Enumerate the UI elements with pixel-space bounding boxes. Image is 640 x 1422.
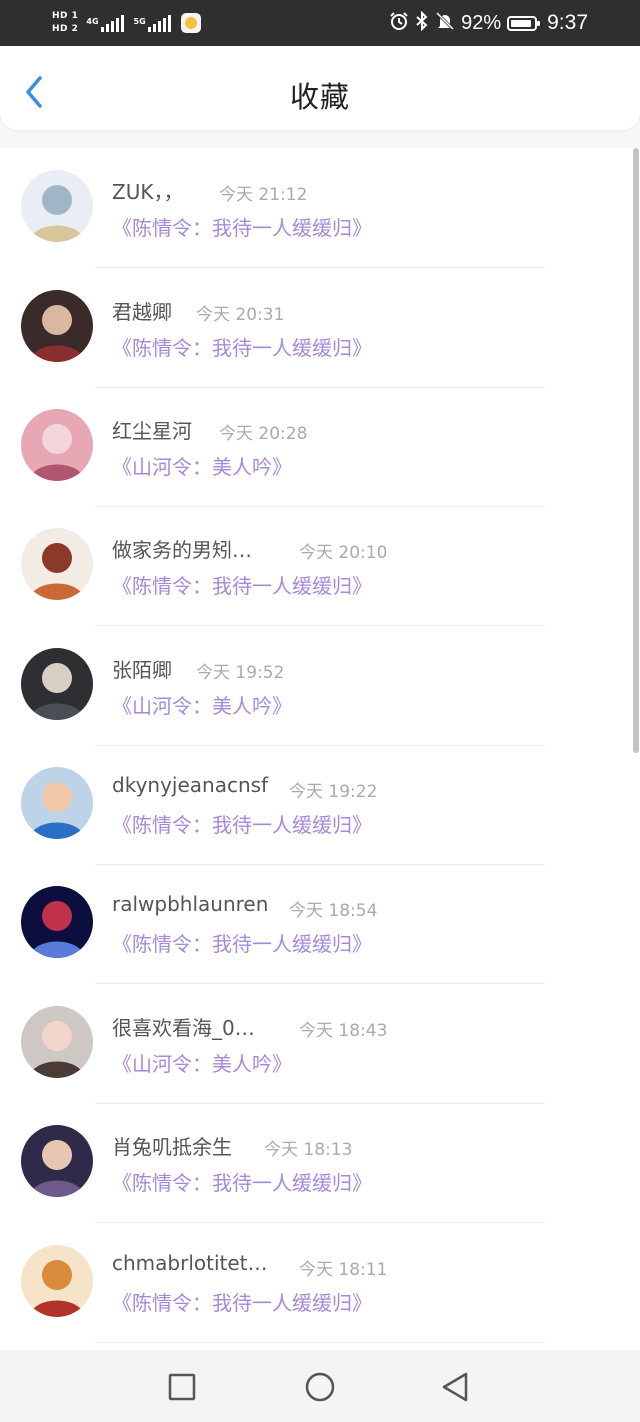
username[interactable]: chmabrlotitet…	[112, 1251, 268, 1275]
net2-label: 5G	[133, 17, 146, 26]
work-title-link[interactable]: 《陈情令：我待一人缓缓归》	[112, 809, 372, 838]
timestamp: 今天 21:12	[219, 185, 308, 205]
username[interactable]: ZUK，，	[112, 176, 183, 205]
avatar[interactable]	[21, 767, 93, 839]
home-button[interactable]	[303, 1370, 337, 1404]
favorite-item[interactable]: 做家务的男矧… 今天 20:10 《陈情令：我待一人缓缓归》	[0, 506, 630, 626]
hd-indicators: HD 1 HD 2	[52, 11, 78, 35]
page-title: 收藏	[289, 80, 350, 114]
timestamp: 今天 18:13	[264, 1140, 353, 1160]
avatar[interactable]	[21, 1245, 93, 1317]
status-left: HD 1 HD 2 4G 5G	[52, 7, 201, 39]
username[interactable]: 张陌卿	[112, 654, 172, 683]
battery-percent: 92%	[461, 11, 502, 34]
clock: 9:37	[547, 11, 588, 34]
hd2-label: HD 2	[52, 24, 79, 34]
signal-2: 5G	[134, 14, 171, 32]
square-icon	[168, 1373, 196, 1401]
top-app-bar: 收藏	[0, 46, 640, 130]
favorite-item[interactable]: ZUK，， 今天 21:12 《陈情令：我待一人缓缓归》	[0, 148, 630, 268]
back-nav-button[interactable]	[438, 1370, 472, 1404]
favorite-item[interactable]: ralwpbhlaunren 今天 18:54 《陈情令：我待一人缓缓归》	[0, 864, 630, 984]
recent-apps-button[interactable]	[165, 1370, 199, 1404]
triangle-back-icon	[442, 1372, 468, 1402]
hd1-label: HD 1	[52, 11, 79, 21]
work-title-link[interactable]: 《山河令：美人吟》	[112, 451, 292, 480]
work-title-link[interactable]: 《陈情令：我待一人缓缓归》	[112, 1167, 372, 1196]
avatar[interactable]	[21, 170, 93, 242]
system-nav-bar	[0, 1350, 640, 1422]
timestamp: 今天 20:31	[196, 305, 285, 325]
username[interactable]: 红尘星河	[112, 415, 192, 444]
status-right: 92% 9:37	[389, 0, 588, 46]
favorite-item[interactable]: 张陌卿 今天 19:52 《山河令：美人吟》	[0, 626, 630, 746]
scrollbar-thumb[interactable]	[633, 148, 639, 753]
username[interactable]: 君越卿	[112, 296, 172, 325]
signal-bars-icon	[147, 14, 171, 32]
avatar[interactable]	[21, 648, 93, 720]
favorite-item[interactable]: chmabrlotitet… 今天 18:11 《陈情令：我待一人缓缓归》	[0, 1223, 630, 1343]
status-bar: HD 1 HD 2 4G 5G 92% 9:37	[0, 0, 640, 46]
avatar[interactable]	[21, 886, 93, 958]
timestamp: 今天 18:11	[299, 1260, 388, 1280]
timestamp: 今天 19:52	[196, 663, 285, 683]
timestamp: 今天 20:10	[299, 543, 388, 563]
timestamp: 今天 19:22	[289, 782, 378, 802]
avatar[interactable]	[21, 1006, 93, 1078]
favorite-item[interactable]: 很喜欢看海_0… 今天 18:43 《山河令：美人吟》	[0, 984, 630, 1104]
avatar[interactable]	[21, 290, 93, 362]
timestamp: 今天 18:54	[289, 901, 378, 921]
signal-bars-icon	[100, 14, 124, 32]
work-title-link[interactable]: 《陈情令：我待一人缓缓归》	[112, 570, 372, 599]
work-title-link[interactable]: 《陈情令：我待一人缓缓归》	[112, 332, 372, 361]
work-title-link[interactable]: 《陈情令：我待一人缓缓归》	[112, 212, 372, 241]
username[interactable]: 很喜欢看海_0…	[112, 1012, 255, 1041]
favorite-item[interactable]: 君越卿 今天 20:31 《陈情令：我待一人缓缓归》	[0, 268, 630, 388]
username[interactable]: dkynyjeanacnsf	[112, 773, 268, 797]
work-title-link[interactable]: 《山河令：美人吟》	[112, 1048, 292, 1077]
timestamp: 今天 18:43	[299, 1021, 388, 1041]
username[interactable]: ralwpbhlaunren	[112, 892, 268, 916]
avatar[interactable]	[21, 1125, 93, 1197]
app-notification-icon	[180, 13, 201, 33]
divider	[95, 1342, 545, 1343]
avatar[interactable]	[21, 409, 93, 481]
work-title-link[interactable]: 《山河令：美人吟》	[112, 690, 292, 719]
circle-icon	[305, 1372, 335, 1402]
favorite-item[interactable]: 肖兔叽抵余生 今天 18:13 《陈情令：我待一人缓缓归》	[0, 1103, 630, 1223]
timestamp: 今天 20:28	[219, 424, 308, 444]
work-title-link[interactable]: 《陈情令：我待一人缓缓归》	[112, 928, 372, 957]
favorite-item[interactable]: dkynyjeanacnsf 今天 19:22 《陈情令：我待一人缓缓归》	[0, 745, 630, 865]
username[interactable]: 做家务的男矧…	[112, 534, 252, 563]
battery-fill	[511, 19, 532, 27]
signal-1: 4G	[86, 14, 124, 32]
mute-icon	[435, 11, 455, 35]
battery-icon	[507, 15, 541, 31]
favorite-item[interactable]: 红尘星河 今天 20:28 《山河令：美人吟》	[0, 387, 630, 507]
net1-label: 4G	[86, 17, 99, 26]
favorites-list[interactable]: ZUK，， 今天 21:12 《陈情令：我待一人缓缓归》 君越卿 今天 20:31 《陈情…	[0, 148, 640, 1350]
work-title-link[interactable]: 《陈情令：我待一人缓缓归》	[112, 1287, 372, 1316]
username[interactable]: 肖兔叽抵余生	[112, 1131, 232, 1160]
alarm-icon	[389, 11, 409, 35]
avatar[interactable]	[21, 528, 93, 600]
bluetooth-icon	[415, 10, 429, 35]
